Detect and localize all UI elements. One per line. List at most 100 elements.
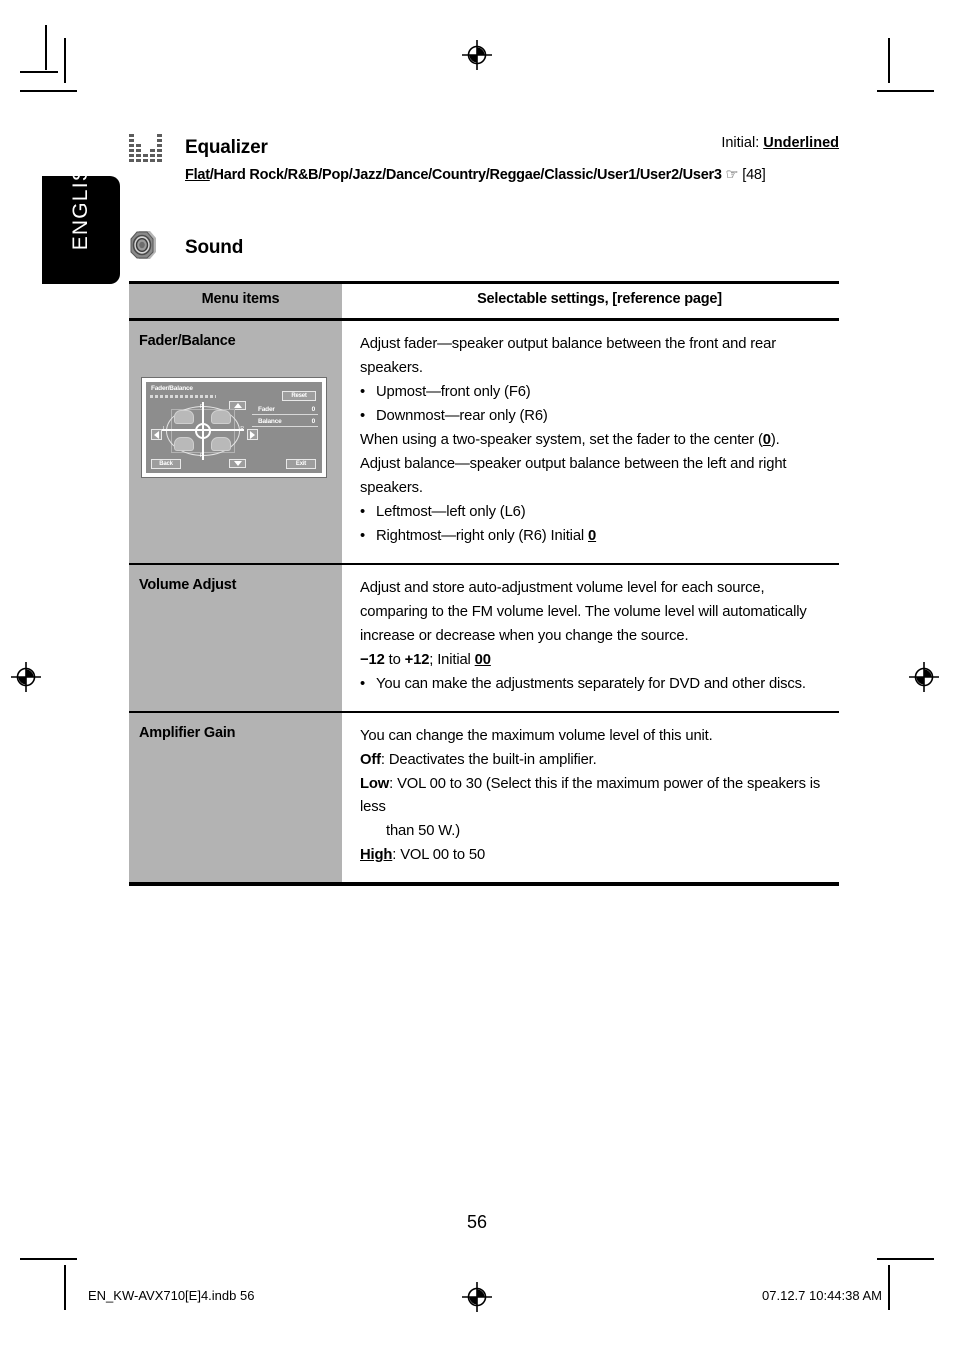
setting-bullet: • Downmost—rear only (R6): [360, 405, 831, 429]
setting-line-high: High: VOL 00 to 50: [360, 844, 831, 868]
bullet-dot: •: [360, 503, 366, 520]
option-high-text: : VOL 00 to 50: [392, 847, 486, 864]
range-min: −12: [360, 651, 385, 668]
setting-line-range: −12 to +12; Initial 00: [360, 649, 831, 673]
bullet-dot: •: [360, 527, 366, 544]
range-max: +12: [404, 651, 430, 668]
device-balance-stage[interactable]: F R L R: [162, 402, 244, 460]
seat-front-left-icon: [174, 410, 194, 424]
range-tail: ; Initial: [429, 651, 475, 668]
setting-bullet: • You can make the adjustments separatel…: [360, 673, 831, 697]
setting-line: You can change the maximum volume level …: [360, 727, 713, 744]
table-header-menu-items-label: Menu items: [201, 291, 280, 307]
equalizer-default-option: Flat: [185, 167, 210, 183]
registration-mark-top: [462, 40, 492, 70]
crop-mark-br-h: [877, 1258, 934, 1260]
equalizer-other-options: /Hard Rock/R&B/Pop/Jazz/Dance/Country/Re…: [209, 167, 722, 183]
rightmost-default: 0: [588, 527, 597, 544]
crop-mark-tl-v2: [64, 38, 66, 83]
option-low-text: : VOL 00 to 30 (Select this if the maxim…: [360, 775, 821, 816]
seat-rear-right-icon: [211, 437, 231, 451]
device-screen-title: Fader/Balance: [151, 385, 193, 392]
bullet-text: Leftmost—left only (L6): [376, 503, 526, 520]
setting-line-low: Low: VOL 00 to 30 (Select this if the ma…: [360, 773, 831, 821]
equalizer-reference-page: [48]: [742, 167, 766, 183]
option-off-text: : Deactivates the built-in amplifier.: [380, 751, 597, 768]
crop-mark-tl-h: [20, 71, 58, 73]
table-header-row: Menu items Selectable settings, [referen…: [129, 281, 839, 321]
page-number: 56: [466, 1212, 488, 1232]
device-fader-label: Fader: [258, 406, 275, 413]
setting-line: Adjust fader—speaker output balance betw…: [360, 336, 776, 376]
footer-filename: EN_KW-AVX710[E]4.indb 56: [88, 1288, 255, 1303]
bullet-text: Upmost—front only (F6): [376, 383, 531, 400]
row-settings-cell: You can change the maximum volume level …: [342, 711, 839, 887]
row-settings-text: You can change the maximum volume level …: [342, 713, 839, 883]
seat-rear-left-icon: [174, 437, 194, 451]
setting-bullet: • Leftmost—left only (L6): [360, 501, 831, 525]
device-fader-readout: Fader 0: [252, 406, 318, 415]
device-right-arrow-button[interactable]: [247, 429, 258, 440]
language-tab-label: ENGLISH: [69, 149, 92, 251]
crop-mark-tr-v: [888, 38, 890, 83]
row-menu-item-cell: Amplifier Gain: [129, 711, 342, 887]
bullet-dot: •: [360, 407, 366, 424]
bullet-text: You can make the adjustments separately …: [376, 675, 806, 692]
equalizer-title: Equalizer: [185, 137, 268, 158]
bullet-dot: •: [360, 383, 366, 400]
equalizer-text: Equalizer Flat/Hard Rock/R&B/Pop/Jazz/Da…: [185, 130, 766, 183]
crop-mark-tl-v: [45, 25, 47, 70]
seat-front-right-icon: [211, 410, 231, 424]
row-menu-item-cell: Volume Adjust: [129, 563, 342, 713]
table-header-selectable-settings: Selectable settings, [reference page]: [342, 281, 839, 321]
table-row: Fader/Balance Fader/Balance Reset Back E…: [129, 319, 839, 565]
equalizer-options: Flat/Hard Rock/R&B/Pop/Jazz/Dance/Countr…: [185, 167, 766, 183]
stage-rear-marker: R: [200, 453, 204, 459]
device-screen-titlebar: [150, 395, 216, 398]
speaker-icon: [129, 229, 167, 263]
crop-mark-tl-h2: [20, 90, 77, 92]
setting-bullet: • Upmost—front only (F6): [360, 381, 831, 405]
table-header-selectable-settings-label: Selectable settings, [reference page]: [477, 291, 722, 307]
crop-mark-tr-h: [877, 90, 934, 92]
range-sep: to: [384, 651, 405, 668]
device-balance-label: Balance: [258, 418, 282, 425]
bullet-text-rich: Rightmost—right only (R6) Initial 0: [376, 525, 831, 549]
crop-mark-bl-h: [20, 1258, 77, 1260]
device-reset-button[interactable]: Reset: [282, 391, 316, 401]
setting-bullet-rightmost: • Rightmost—right only (R6) Initial 0: [360, 525, 831, 549]
row-menu-item-label: Volume Adjust: [139, 576, 237, 593]
settings-table: Menu items Selectable settings, [referen…: [129, 281, 839, 887]
stage-right-marker: R: [240, 426, 244, 432]
table-row: Volume Adjust Adjust and store auto-adju…: [129, 563, 839, 713]
fader-balance-screenshot: Fader/Balance Reset Back Exit Fader 0 Ba…: [141, 377, 327, 478]
device-exit-button[interactable]: Exit: [286, 459, 316, 469]
device-left-arrow-button[interactable]: [151, 429, 162, 440]
setting-line-off: Off: Deactivates the built-in amplifier.: [360, 749, 831, 773]
crop-mark-br-v: [888, 1265, 890, 1310]
device-back-button[interactable]: Back: [151, 459, 181, 469]
range-default: 00: [474, 651, 491, 668]
crop-mark-bl-v: [64, 1265, 66, 1310]
registration-mark-left: [11, 662, 41, 692]
stage-front-marker: F: [200, 404, 204, 410]
table-header-menu-items: Menu items: [129, 281, 342, 321]
row-settings-cell: Adjust fader—speaker output balance betw…: [342, 319, 839, 565]
device-down-arrow-button[interactable]: [229, 459, 246, 468]
row-settings-text: Adjust and store auto-adjustment volume …: [342, 565, 839, 711]
sound-text: Sound: [185, 229, 243, 257]
row-menu-item-label: Amplifier Gain: [139, 724, 236, 741]
registration-mark-bottom: [462, 1282, 492, 1312]
device-screen: Fader/Balance Reset Back Exit Fader 0 Ba…: [146, 382, 322, 473]
stage-left-marker: L: [163, 426, 166, 432]
table-row: Amplifier Gain You can change the maximu…: [129, 711, 839, 887]
row-menu-item-cell: Fader/Balance Fader/Balance Reset Back E…: [129, 319, 342, 565]
fader-center-pre: When using a two-speaker system, set the…: [360, 431, 763, 448]
bullet-dot: •: [360, 675, 366, 692]
option-high-label: High: [360, 847, 393, 864]
registration-mark-right: [909, 662, 939, 692]
sound-title: Sound: [185, 237, 244, 258]
option-low-label: Low: [360, 775, 390, 792]
device-fader-value: 0: [311, 406, 316, 413]
language-tab-english: ENGLISH: [42, 150, 120, 284]
